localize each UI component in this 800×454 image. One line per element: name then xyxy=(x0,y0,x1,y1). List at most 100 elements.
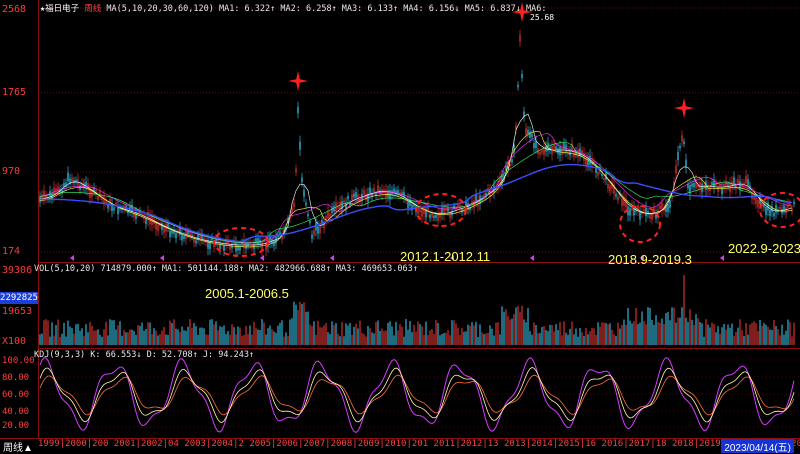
volume-bar xyxy=(189,319,191,345)
volume-bar xyxy=(331,321,333,345)
volume-bar xyxy=(55,325,57,345)
volume-bar xyxy=(519,312,521,345)
volume-bar xyxy=(751,322,753,345)
price-candle xyxy=(727,184,729,188)
kdj-label-80: 80.00 xyxy=(2,373,30,383)
volume-bar xyxy=(407,329,409,345)
volume-bar xyxy=(311,326,313,345)
volume-bar xyxy=(405,319,407,345)
volume-bar xyxy=(71,328,73,345)
volume-bar xyxy=(597,322,599,345)
volume-bar xyxy=(593,328,595,345)
volume-bar xyxy=(513,313,515,345)
marker-triangle xyxy=(70,255,74,261)
annotation-2018: 2018.9-2019.3 xyxy=(608,252,692,267)
volume-bar xyxy=(221,327,223,345)
volume-bar xyxy=(215,321,217,345)
volume-bar xyxy=(307,311,309,345)
volume-bar xyxy=(257,329,259,345)
volume-bar xyxy=(617,322,619,345)
volume-bar xyxy=(709,327,711,345)
price-candle xyxy=(327,210,329,219)
volume-bar xyxy=(717,326,719,345)
period-tab[interactable]: 周线▲ xyxy=(0,439,36,454)
volume-bar xyxy=(683,275,685,345)
volume-bar xyxy=(81,328,83,345)
volume-bar xyxy=(661,318,663,345)
price-candle xyxy=(473,200,475,209)
volume-bar xyxy=(517,305,519,345)
kdj-label-100: 100.00 xyxy=(2,356,35,366)
price-candle xyxy=(691,183,693,187)
volume-bar xyxy=(425,321,427,345)
price-candle xyxy=(351,194,353,201)
volume-bar xyxy=(615,335,617,345)
ma-readout: MA(5,10,20,30,60,120) MA1: 6.322↑ MA2: 6… xyxy=(106,4,547,14)
volume-bar xyxy=(431,329,433,345)
period-mode[interactable]: 周线 xyxy=(84,4,101,14)
volume-bar xyxy=(371,332,373,345)
volume-bar xyxy=(563,321,565,345)
volume-bar xyxy=(109,319,111,345)
price-candle xyxy=(301,177,303,183)
volume-bar xyxy=(535,325,537,345)
volume-bar xyxy=(359,320,361,345)
volume-bar xyxy=(115,329,117,345)
volume-bar xyxy=(403,336,405,345)
volume-bar xyxy=(167,334,169,345)
volume-bar xyxy=(719,333,721,345)
volume-bar xyxy=(541,327,543,345)
price-candle xyxy=(525,128,527,136)
volume-bar xyxy=(501,306,503,345)
price-candle xyxy=(295,168,297,173)
volume-bar xyxy=(355,323,357,345)
price-candle xyxy=(597,171,599,176)
volume-bar xyxy=(763,323,765,345)
price-candle xyxy=(667,204,669,212)
volume-bar xyxy=(437,323,439,345)
volume-bar xyxy=(465,331,467,345)
price-candle xyxy=(433,215,435,219)
volume-bar xyxy=(411,332,413,345)
kdj-label-40: 40.00 xyxy=(2,407,30,417)
price-candle xyxy=(105,200,107,204)
volume-bar xyxy=(725,329,727,345)
volume-bar xyxy=(319,327,321,345)
y-label-2: 1765 xyxy=(2,87,27,98)
volume-bar xyxy=(185,330,187,345)
price-candle xyxy=(775,204,777,213)
volume-bar xyxy=(461,327,463,345)
volume-bar xyxy=(749,324,751,345)
volume-bar xyxy=(581,332,583,345)
bottom-bar: 周线▲ 1999|2000|200 2001|2002|04 2003|2004… xyxy=(0,438,800,454)
volume-bar xyxy=(511,318,513,345)
volume-bar xyxy=(297,310,299,345)
volume-bar xyxy=(193,323,195,345)
volume-bar xyxy=(473,325,475,345)
volume-bar xyxy=(83,335,85,345)
volume-bar xyxy=(289,319,291,345)
volume-bar xyxy=(667,312,669,345)
price-candle xyxy=(765,206,767,216)
volume-value-badge: 2292825 xyxy=(0,292,38,304)
volume-bar xyxy=(91,325,93,345)
volume-bar xyxy=(653,324,655,345)
price-candle xyxy=(543,147,545,155)
price-candle xyxy=(769,209,771,216)
price-candle xyxy=(773,212,775,217)
kdj-label-60: 60.00 xyxy=(2,390,30,400)
volume-bar xyxy=(569,328,571,345)
price-candle xyxy=(311,234,313,239)
volume-bar xyxy=(119,321,121,345)
volume-bar xyxy=(111,320,113,345)
stock-title[interactable]: ★福日电子 xyxy=(40,4,79,14)
volume-bar xyxy=(651,319,653,345)
chart-canvas[interactable] xyxy=(0,0,800,440)
price-candle xyxy=(169,230,171,238)
volume-bar xyxy=(377,320,379,345)
volume-bar xyxy=(313,321,315,345)
price-candle xyxy=(681,135,683,142)
annotation-2022: 2022.9-2023.4 xyxy=(728,241,800,256)
price-candle xyxy=(757,200,759,208)
price-candle xyxy=(313,230,315,236)
